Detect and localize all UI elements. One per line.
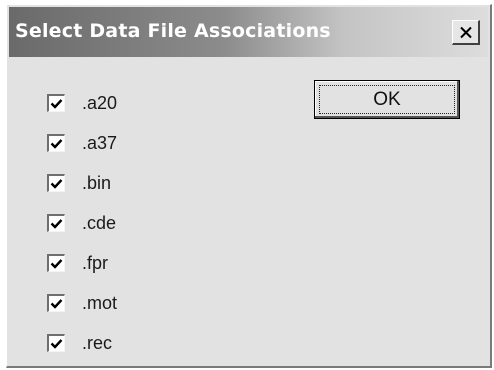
checkbox-a20[interactable] [47, 94, 65, 112]
association-item-bin: .bin [47, 163, 117, 203]
association-label-a20[interactable]: .a20 [82, 93, 117, 114]
checkbox-bin[interactable] [47, 174, 65, 192]
checkmark-icon [50, 258, 63, 269]
association-item-rec: .rec [47, 323, 117, 363]
association-label-rec[interactable]: .rec [82, 333, 112, 354]
checkbox-rec[interactable] [47, 334, 65, 352]
checkmark-icon [50, 178, 63, 189]
checkmark-icon [50, 138, 63, 149]
association-item-cde: .cde [47, 203, 117, 243]
checkbox-cde[interactable] [47, 214, 65, 232]
dialog-window: Select Data File Associations .a20 .a37 [6, 4, 492, 368]
association-label-mot[interactable]: .mot [82, 293, 117, 314]
ok-button[interactable]: OK [314, 80, 460, 119]
association-label-a37[interactable]: .a37 [82, 133, 117, 154]
association-list: .a20 .a37 .bin .cde .fpr .mot .rec [47, 83, 117, 363]
checkbox-a37[interactable] [47, 134, 65, 152]
window-title: Select Data File Associations [15, 20, 331, 42]
association-label-cde[interactable]: .cde [82, 213, 116, 234]
association-item-fpr: .fpr [47, 243, 117, 283]
association-item-a37: .a37 [47, 123, 117, 163]
close-icon [459, 26, 472, 38]
ok-button-label: OK [319, 85, 455, 114]
checkbox-mot[interactable] [47, 294, 65, 312]
checkmark-icon [50, 298, 63, 309]
checkmark-icon [50, 98, 63, 109]
close-button[interactable] [452, 20, 480, 45]
association-item-mot: .mot [47, 283, 117, 323]
title-bar[interactable]: Select Data File Associations [9, 7, 488, 57]
association-item-a20: .a20 [47, 83, 117, 123]
checkmark-icon [50, 218, 63, 229]
checkmark-icon [50, 338, 63, 349]
checkbox-fpr[interactable] [47, 254, 65, 272]
association-label-fpr[interactable]: .fpr [82, 253, 108, 274]
association-label-bin[interactable]: .bin [82, 173, 111, 194]
